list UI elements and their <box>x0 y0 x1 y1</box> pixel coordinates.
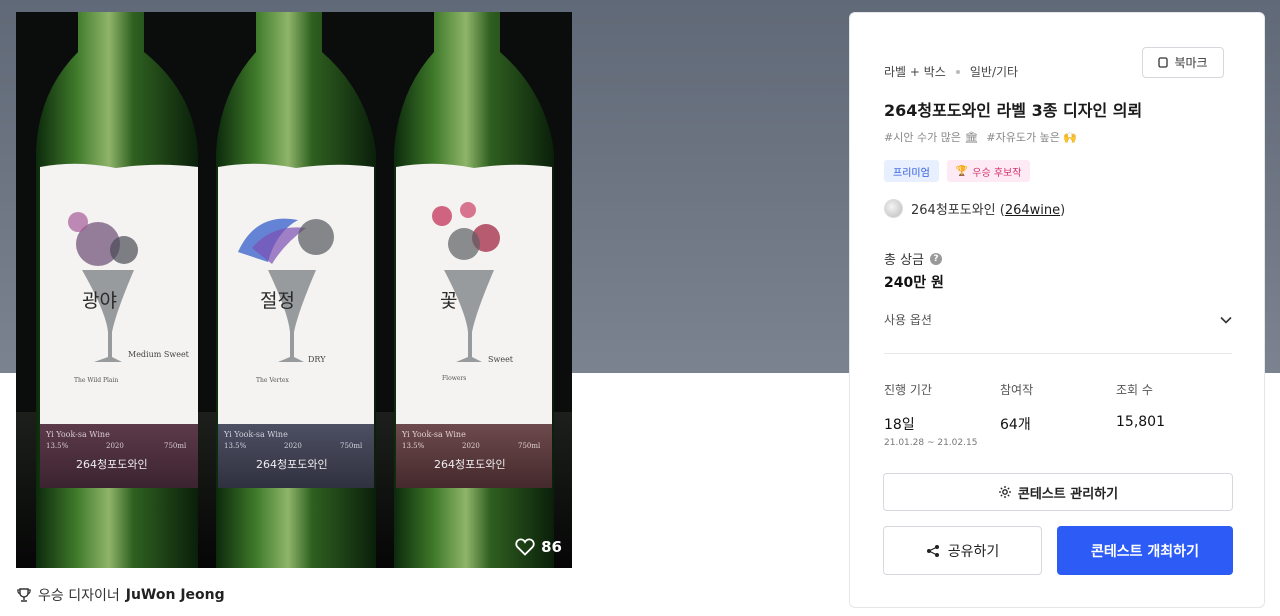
chevron-down-icon <box>1220 316 1232 324</box>
stat-entries: 참여작 64개 <box>1000 381 1116 448</box>
breadcrumb-separator <box>955 69 960 74</box>
bottle-3-band: Yi Yook-sa Wine <box>401 430 466 439</box>
breadcrumb: 라벨 + 박스 일반/기타 <box>884 63 1018 80</box>
manage-contest-label: 콘테스트 관리하기 <box>1017 486 1119 502</box>
bottle-1-taste: Medium Sweet <box>128 350 190 359</box>
bookmark-label: 북마크 <box>1174 56 1208 70</box>
tag-item[interactable]: #시안 수가 많은 🏛 <box>884 129 978 145</box>
stat-value: 64개 <box>1000 417 1031 433</box>
bottle-3-english: Flowers <box>442 375 466 382</box>
host-close-paren: ) <box>1060 203 1066 218</box>
bottle-1-volume: 750ml <box>164 442 187 450</box>
bottle-1-band: Yi Yook-sa Wine <box>45 430 110 439</box>
total-prize-text: 총 상금 <box>884 253 925 268</box>
stat-value: 18일 <box>884 417 915 433</box>
contest-title: 264청포도와인 라벨 3종 디자인 의뢰 <box>884 101 1143 120</box>
gear-icon <box>998 486 1011 498</box>
premium-badge: 프리미엄 <box>884 160 939 182</box>
stat-label: 진행 기간 <box>884 383 932 397</box>
bottle-1-year: 2020 <box>106 442 124 450</box>
stat-views: 조회 수 15,801 <box>1116 381 1232 448</box>
total-prize-value: 240만 원 <box>884 275 944 291</box>
stat-label: 참여작 <box>1000 383 1034 397</box>
total-prize-label: 총 상금 ? <box>884 249 943 268</box>
help-icon[interactable]: ? <box>930 252 943 265</box>
avatar <box>884 199 903 218</box>
bottle-2-band: Yi Yook-sa Wine <box>223 430 288 439</box>
stat-value: 15,801 <box>1116 414 1165 430</box>
bottle-1-brand: 264청포도와인 <box>76 458 148 471</box>
winner-candidate-label: 우승 후보작 <box>972 167 1022 179</box>
bottle-2-abv: 13.5% <box>224 442 247 450</box>
bottle-2-english: The Vertex <box>256 377 289 384</box>
share-icon <box>926 544 939 557</box>
bottle-3-abv: 13.5% <box>402 442 425 450</box>
tag-item[interactable]: #자유도가 높은 🙌 <box>986 129 1077 145</box>
bottle-3-taste: Sweet <box>488 355 514 364</box>
bottle-1-abv: 13.5% <box>46 442 69 450</box>
winner-name[interactable]: JuWon Jeong <box>126 587 225 603</box>
host-info: 264청포도와인 (264wine) <box>884 199 1065 218</box>
product-image[interactable]: 광야 Medium Sweet The Wild Plain Yi Yook-s… <box>16 12 572 568</box>
bottle-2-name: 절정 <box>260 290 295 312</box>
host-name: 264청포도와인 ( <box>911 203 1005 218</box>
host-contest-button[interactable]: 콘테스트 개최하기 <box>1057 526 1233 575</box>
like-count: 86 <box>541 538 562 556</box>
bottle-2-taste: DRY <box>308 355 326 364</box>
category-label[interactable]: 라벨 + 박스 <box>884 63 946 80</box>
bottle-3-year: 2020 <box>462 442 480 450</box>
bottle-2-year: 2020 <box>284 442 302 450</box>
contest-stats: 진행 기간 18일 21.01.28 ~ 21.02.15 참여작 64개 조회… <box>884 381 1232 448</box>
heart-icon <box>515 538 535 556</box>
trophy-icon: 🏆 <box>955 165 969 177</box>
bookmark-button[interactable]: 북마크 <box>1142 47 1224 78</box>
contest-info-panel: 라벨 + 박스 일반/기타 북마크 264청포도와인 라벨 3종 디자인 의뢰 … <box>849 12 1265 608</box>
bottle-2-volume: 750ml <box>340 442 363 450</box>
bottle-3-brand: 264청포도와인 <box>434 458 506 471</box>
usage-options-toggle[interactable]: 사용 옵션 <box>884 311 1232 328</box>
share-label: 공유하기 <box>947 543 1000 560</box>
bottle-3-name: 꽃 <box>440 290 457 312</box>
usage-options-label: 사용 옵션 <box>884 313 932 327</box>
manage-contest-button[interactable]: 콘테스트 관리하기 <box>883 473 1233 511</box>
stat-label: 조회 수 <box>1116 383 1153 397</box>
winner-prefix: 우승 디자이너 <box>38 588 120 604</box>
like-button[interactable]: 86 <box>515 538 562 556</box>
tag-list: #시안 수가 많은 🏛 #자유도가 높은 🙌 <box>884 129 1077 145</box>
winner-designer: 우승 디자이너 JuWon Jeong <box>16 585 225 605</box>
bottle-2-brand: 264청포도와인 <box>256 458 328 471</box>
bookmark-icon <box>1158 57 1169 68</box>
badge-list: 프리미엄 🏆 우승 후보작 <box>884 160 1031 182</box>
bottle-1-english: The Wild Plain <box>74 377 118 384</box>
host-id-link[interactable]: 264wine <box>1005 203 1060 218</box>
stat-date-range: 21.01.28 ~ 21.02.15 <box>884 438 978 448</box>
divider <box>884 353 1232 354</box>
winner-candidate-badge: 🏆 우승 후보작 <box>946 160 1031 182</box>
bottle-1-name: 광야 <box>82 290 117 312</box>
stat-duration: 진행 기간 18일 21.01.28 ~ 21.02.15 <box>884 381 1000 448</box>
bottle-3-volume: 750ml <box>518 442 541 450</box>
subcategory-label[interactable]: 일반/기타 <box>970 63 1018 80</box>
wine-bottles-illustration: 광야 Medium Sweet The Wild Plain Yi Yook-s… <box>16 12 572 568</box>
share-button[interactable]: 공유하기 <box>883 526 1042 575</box>
trophy-icon <box>17 588 31 602</box>
